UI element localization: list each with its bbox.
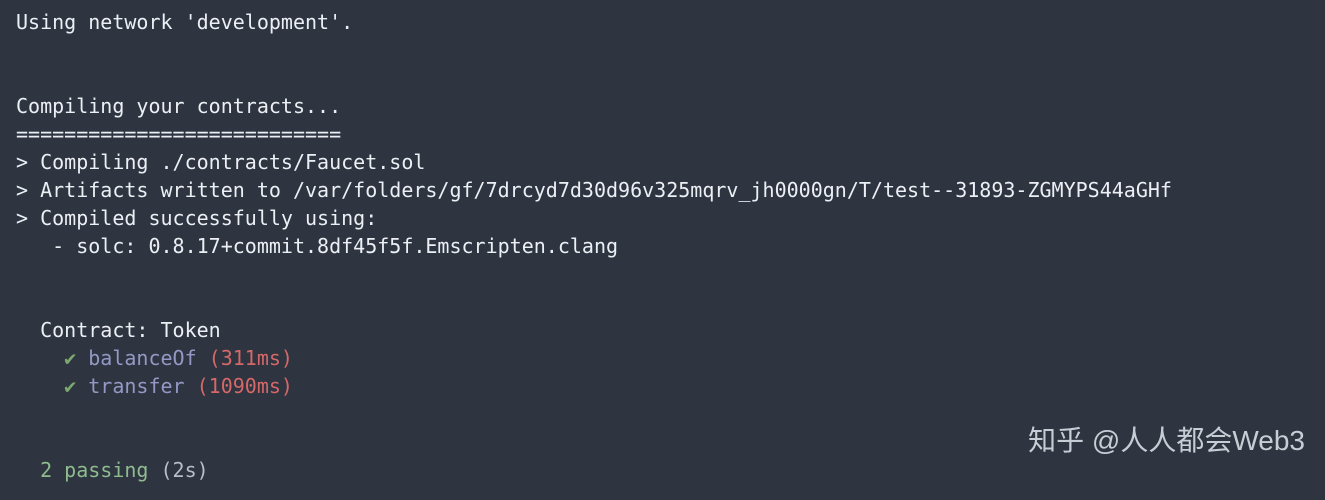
check-icon: ✔	[16, 346, 76, 370]
blank	[16, 36, 1309, 64]
blank	[16, 64, 1309, 92]
summary-line: 2 passing (2s)	[16, 456, 1309, 484]
blank	[16, 288, 1309, 316]
check-icon: ✔	[16, 374, 76, 398]
test-result: ✔ transfer (1090ms)	[16, 372, 1309, 400]
pass-count: 2	[16, 458, 52, 482]
network-line: Using network 'development'.	[16, 8, 1309, 36]
watermark: 知乎 @人人都会Web3	[1028, 421, 1305, 460]
test-result: ✔ balanceOf (311ms)	[16, 344, 1309, 372]
compile-line: > Artifacts written to /var/folders/gf/7…	[16, 176, 1309, 204]
test-name: transfer	[76, 374, 184, 398]
test-name: balanceOf	[76, 346, 196, 370]
compile-line: > Compiling ./contracts/Faucet.sol	[16, 148, 1309, 176]
compile-header: Compiling your contracts...	[16, 92, 1309, 120]
passing-label: passing	[52, 458, 148, 482]
blank	[16, 260, 1309, 288]
compile-line: > Compiled successfully using:	[16, 204, 1309, 232]
duration: (2s)	[148, 458, 208, 482]
compile-line: - solc: 0.8.17+commit.8df45f5f.Emscripte…	[16, 232, 1309, 260]
contract-header: Contract: Token	[16, 316, 1309, 344]
test-time: (311ms)	[197, 346, 293, 370]
test-time: (1090ms)	[185, 374, 293, 398]
divider: ===========================	[16, 120, 1309, 148]
